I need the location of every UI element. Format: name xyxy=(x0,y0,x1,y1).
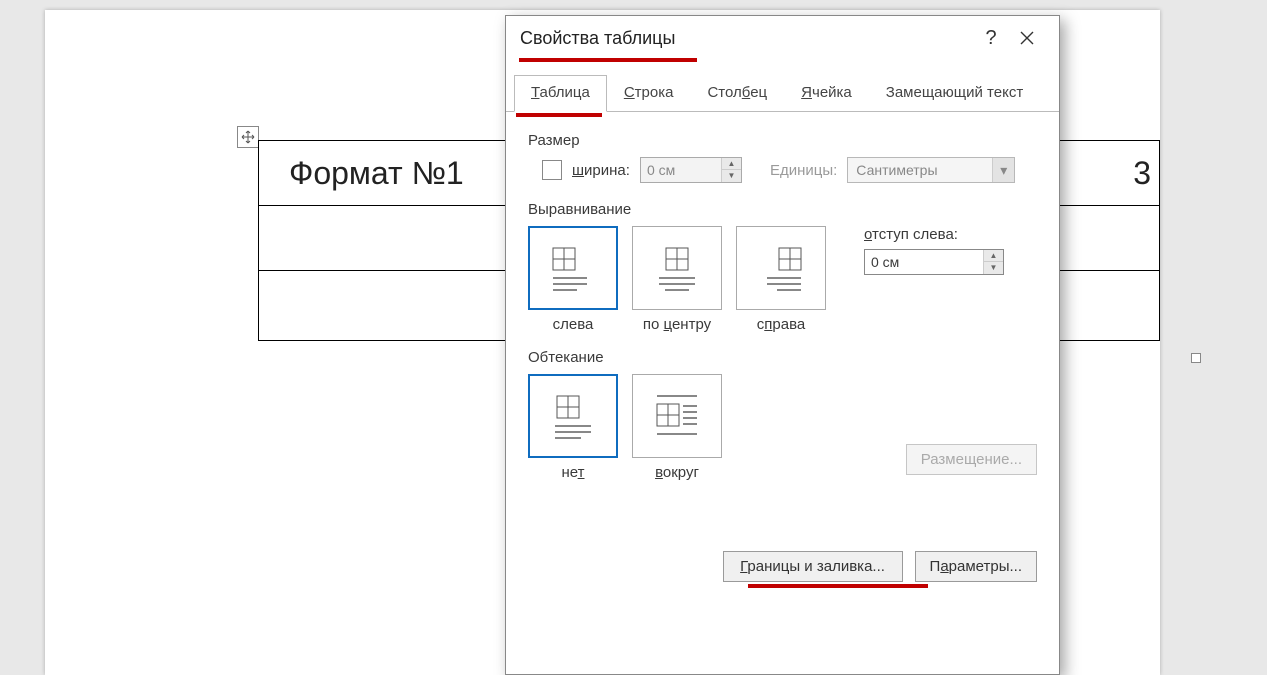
width-checkbox[interactable] xyxy=(542,160,562,180)
align-left-tile[interactable] xyxy=(528,226,618,310)
highlight-marker xyxy=(519,58,697,62)
close-button[interactable] xyxy=(1009,20,1045,56)
indent-label: отступ слева: xyxy=(864,226,1004,243)
alignment-section-label: Выравнивание xyxy=(528,201,1037,218)
borders-shading-button[interactable]: Границы и заливка... xyxy=(723,551,903,582)
size-section-label: Размер xyxy=(528,132,1037,149)
highlight-marker xyxy=(516,113,602,117)
options-button[interactable]: Параметры... xyxy=(915,551,1037,582)
highlight-marker xyxy=(748,584,928,588)
width-input: 0 см ▲▼ xyxy=(640,157,742,183)
units-label: Единицы: xyxy=(770,162,837,179)
wrap-none-tile[interactable] xyxy=(528,374,618,458)
tab-alt-text[interactable]: Замещающий текст xyxy=(869,75,1040,112)
wrapping-section-label: Обтекание xyxy=(528,349,1037,366)
table-properties-dialog: Свойства таблицы ? Таблица Строка Столбе… xyxy=(505,15,1060,675)
align-right-label: справа xyxy=(736,316,826,333)
align-center-label: по центру xyxy=(632,316,722,333)
align-left-label: слева xyxy=(528,316,618,333)
align-center-tile[interactable] xyxy=(632,226,722,310)
dialog-tabs: Таблица Строка Столбец Ячейка Замещающий… xyxy=(506,74,1059,112)
help-button[interactable]: ? xyxy=(973,20,1009,56)
chevron-down-icon: ▾ xyxy=(992,158,1014,182)
width-spinner: ▲▼ xyxy=(721,158,741,182)
dialog-title: Свойства таблицы xyxy=(520,28,675,49)
wrap-around-tile[interactable] xyxy=(632,374,722,458)
positioning-button: Размещение... xyxy=(906,444,1037,475)
tab-column[interactable]: Столбец xyxy=(690,75,784,112)
wrap-none-label: нет xyxy=(528,464,618,481)
tab-table[interactable]: Таблица xyxy=(514,75,607,112)
units-combo: Сантиметры ▾ xyxy=(847,157,1015,183)
dialog-body: Размер ширина: 0 см ▲▼ Единицы: Сантимет… xyxy=(506,112,1059,674)
tab-row[interactable]: Строка xyxy=(607,75,691,112)
align-right-tile[interactable] xyxy=(736,226,826,310)
wrap-around-label: вокруг xyxy=(632,464,722,481)
table-move-handle[interactable] xyxy=(237,126,259,148)
indent-input[interactable]: 0 см ▲▼ xyxy=(864,249,1004,275)
width-label: ширина: xyxy=(572,162,630,179)
table-resize-handle[interactable] xyxy=(1191,353,1201,363)
indent-spinner[interactable]: ▲▼ xyxy=(983,250,1003,274)
tab-cell[interactable]: Ячейка xyxy=(784,75,869,112)
dialog-titlebar: Свойства таблицы ? xyxy=(506,16,1059,60)
